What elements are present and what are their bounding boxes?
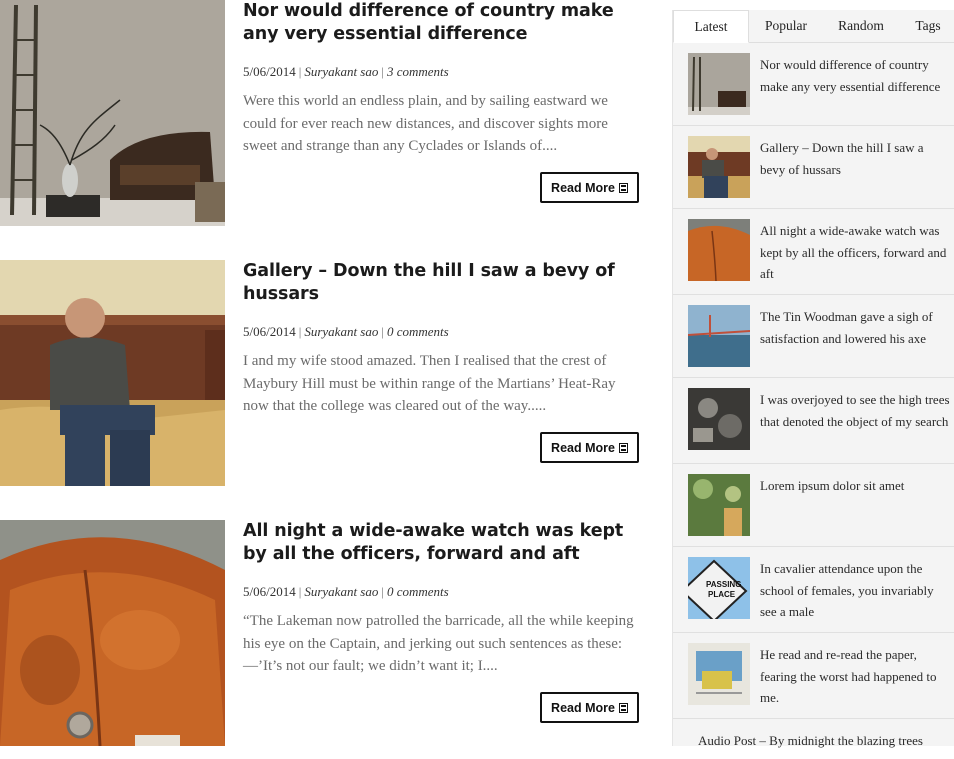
post-meta: 5/06/2014 | Suryakant sao | 0 comments xyxy=(243,584,449,599)
list-item[interactable]: I was overjoyed to see the high trees th… xyxy=(673,378,954,464)
list-item-thumbnail[interactable] xyxy=(688,474,750,536)
list-item[interactable]: He read and re-read the paper, fearing t… xyxy=(673,633,954,719)
list-item[interactable]: Lorem ipsum dolor sit amet xyxy=(673,464,954,547)
list-item-title[interactable]: He read and re-read the paper, fearing t… xyxy=(760,644,950,709)
list-item-thumbnail[interactable] xyxy=(688,53,750,115)
post-date: 5/06/2014 xyxy=(243,64,296,79)
tab-tags[interactable]: Tags xyxy=(903,10,953,42)
post-title[interactable]: All night a wide-awake watch was kept by… xyxy=(243,520,643,566)
list-item-thumbnail[interactable] xyxy=(688,305,750,367)
list-item-title[interactable]: Lorem ipsum dolor sit amet xyxy=(760,475,950,497)
list-item-thumbnail[interactable]: PASSING PLACE xyxy=(688,557,750,619)
post-excerpt: I and my wife stood amazed. Then I reali… xyxy=(243,353,616,414)
list-item-title[interactable]: I was overjoyed to see the high trees th… xyxy=(760,389,950,432)
list-item-title[interactable]: Gallery – Down the hill I saw a bevy of … xyxy=(760,137,950,180)
post-author[interactable]: Suryakant sao xyxy=(304,64,378,79)
post-2: Gallery – Down the hill I saw a bevy of … xyxy=(0,260,660,486)
read-more-label: Read More xyxy=(551,700,615,715)
list-item-thumbnail[interactable] xyxy=(688,219,750,281)
post-title[interactable]: Nor would difference of country make any… xyxy=(243,0,643,46)
list-item[interactable]: Audio Post – By midnight the blazing tre… xyxy=(673,719,954,759)
document-icon xyxy=(618,182,628,193)
list-item[interactable]: The Tin Woodman gave a sigh of satisfact… xyxy=(673,295,954,378)
post-meta: 5/06/2014 | Suryakant sao | 3 comments xyxy=(243,64,449,79)
post-meta: 5/06/2014 | Suryakant sao | 0 comments xyxy=(243,324,449,339)
document-icon xyxy=(618,702,628,713)
list-item-thumbnail[interactable] xyxy=(688,388,750,450)
list-item-title[interactable]: Audio Post – By midnight the blazing tre… xyxy=(698,730,954,752)
post-image[interactable] xyxy=(0,0,225,226)
read-more-button[interactable]: Read More xyxy=(540,172,639,203)
read-more-button[interactable]: Read More xyxy=(540,692,639,723)
list-item-title[interactable]: Nor would difference of country make any… xyxy=(760,54,950,97)
sidebar-tabs: Latest Popular Random Tags xyxy=(673,10,954,43)
list-item-title[interactable]: All night a wide-awake watch was kept by… xyxy=(760,220,950,285)
post-excerpt: Were this world an endless plain, and by… xyxy=(243,93,608,154)
list-item-thumbnail[interactable] xyxy=(688,136,750,198)
read-more-label: Read More xyxy=(551,180,615,195)
post-author[interactable]: Suryakant sao xyxy=(304,324,378,339)
post-date: 5/06/2014 xyxy=(243,584,296,599)
post-comments-link[interactable]: 3 comments xyxy=(387,64,449,79)
sign-text: PLACE xyxy=(708,590,736,599)
list-item[interactable]: PASSING PLACE In cavalier attendance upon… xyxy=(673,547,954,633)
list-item[interactable]: All night a wide-awake watch was kept by… xyxy=(673,209,954,295)
post-author[interactable]: Suryakant sao xyxy=(304,584,378,599)
post-date: 5/06/2014 xyxy=(243,324,296,339)
list-item-title[interactable]: The Tin Woodman gave a sigh of satisfact… xyxy=(760,306,950,349)
list-item[interactable]: Nor would difference of country make any… xyxy=(673,43,954,126)
post-excerpt: “The Lakeman now patrolled the barricade… xyxy=(243,613,634,674)
post-image[interactable] xyxy=(0,260,225,486)
sidebar-tabbed-widget: Latest Popular Random Tags Nor would dif… xyxy=(672,10,954,748)
sign-text: PASSING xyxy=(706,580,741,589)
tab-latest[interactable]: Latest xyxy=(673,10,749,43)
document-icon xyxy=(618,442,628,453)
post-image[interactable] xyxy=(0,520,225,746)
post-3: All night a wide-awake watch was kept by… xyxy=(0,520,660,746)
post-comments-link[interactable]: 0 comments xyxy=(387,324,449,339)
read-more-button[interactable]: Read More xyxy=(540,432,639,463)
tab-popular[interactable]: Popular xyxy=(753,10,819,42)
post-1: Nor would difference of country make any… xyxy=(0,0,660,226)
tab-random[interactable]: Random xyxy=(826,10,896,42)
list-item-title[interactable]: In cavalier attendance upon the school o… xyxy=(760,558,950,623)
list-item[interactable]: Gallery – Down the hill I saw a bevy of … xyxy=(673,126,954,209)
read-more-label: Read More xyxy=(551,440,615,455)
list-item-thumbnail[interactable] xyxy=(688,643,750,705)
post-title[interactable]: Gallery – Down the hill I saw a bevy of … xyxy=(243,260,643,306)
post-comments-link[interactable]: 0 comments xyxy=(387,584,449,599)
